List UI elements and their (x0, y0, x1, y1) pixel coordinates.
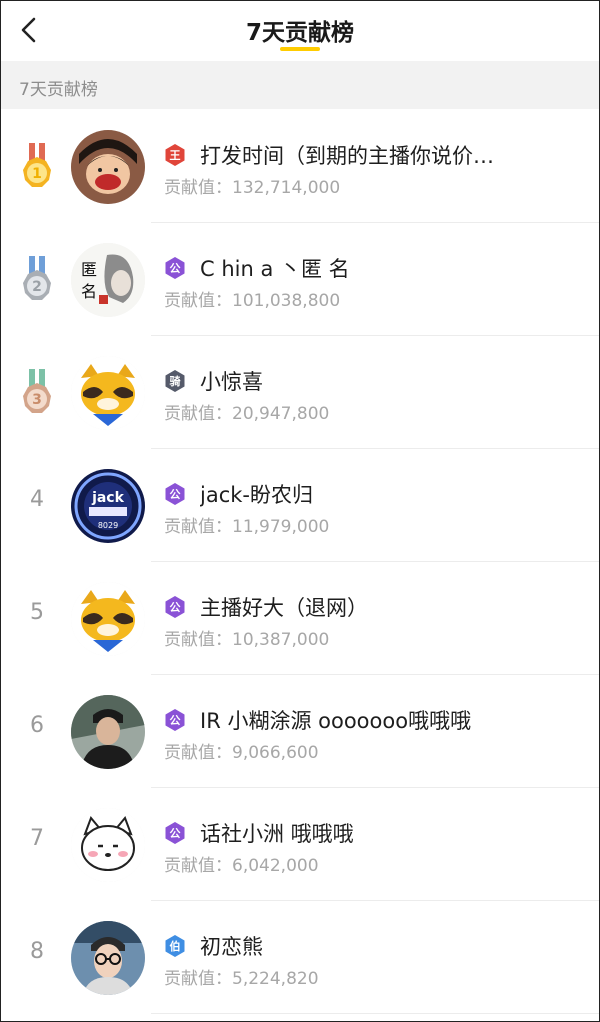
svg-text:名: 名 (81, 282, 97, 301)
divider (151, 1013, 599, 1014)
contribution-value: 贡献值：132,714,000 (164, 173, 340, 198)
contribution-value: 贡献值：9,066,600 (164, 738, 319, 763)
contribution-value: 贡献值：11,979,000 (164, 512, 329, 537)
score-label: 贡献值： (164, 404, 232, 424)
svg-text:王: 王 (170, 149, 181, 162)
svg-text:2: 2 (32, 279, 42, 295)
contribution-value: 贡献值：5,224,820 (164, 964, 319, 989)
svg-text:公: 公 (170, 488, 181, 501)
avatar[interactable] (71, 921, 145, 995)
avatar[interactable] (71, 582, 145, 656)
section-header: 7天贡献榜 (1, 61, 599, 109)
score-value: 132,714,000 (232, 178, 341, 198)
avatar[interactable]: 匿名 (71, 243, 145, 317)
user-name: 主播好大（退网） (200, 596, 368, 620)
svg-text:8029: 8029 (98, 521, 118, 530)
score-value: 6,042,000 (232, 856, 319, 876)
user-name: 小惊喜 (200, 370, 263, 394)
contribution-value: 贡献值：101,038,800 (164, 286, 340, 311)
svg-text:匿: 匿 (81, 260, 97, 279)
score-label: 贡献值： (164, 178, 232, 198)
score-label: 贡献值： (164, 630, 232, 650)
contribution-value: 贡献值：10,387,000 (164, 625, 329, 650)
svg-text:公: 公 (170, 601, 181, 614)
score-value: 10,387,000 (232, 630, 330, 650)
rank-number: 6 (30, 713, 44, 738)
avatar[interactable] (71, 808, 145, 882)
user-name: C hin a 丶匿 名 (200, 257, 350, 281)
user-name: IR 小糊涂源 ooooooo哦哦哦 (200, 709, 472, 733)
top-bar: 7天贡献榜 (1, 1, 599, 61)
title-underline (280, 47, 320, 51)
avatar[interactable]: jack 8029 (71, 469, 145, 543)
avatar[interactable] (71, 356, 145, 430)
avatar[interactable] (71, 130, 145, 204)
score-label: 贡献值： (164, 969, 232, 989)
ranking-list: 1 王 打发时间（到期的主播你说价… 贡献值：132,714,000 2 匿名 … (1, 110, 599, 1014)
svg-text:骑: 骑 (170, 374, 181, 388)
list-item[interactable]: 4 jack 8029 公 jack-盼农归 贡献值：11,979,000 (1, 449, 599, 562)
user-name: 话社小洲 哦哦哦 (200, 822, 354, 846)
list-item[interactable]: 1 王 打发时间（到期的主播你说价… 贡献值：132,714,000 (1, 110, 599, 223)
list-item[interactable]: 8 伯 初恋熊 贡献值：5,224,820 (1, 901, 599, 1014)
score-value: 101,038,800 (232, 291, 341, 311)
score-value: 20,947,800 (232, 404, 330, 424)
user-name: jack-盼农归 (200, 483, 313, 507)
score-value: 11,979,000 (232, 517, 330, 537)
level-badge-icon: 公 (164, 256, 186, 280)
list-item[interactable]: 3 骑 小惊喜 贡献值：20,947,800 (1, 336, 599, 449)
rank-number: 7 (30, 826, 44, 851)
list-item[interactable]: 7 公 话社小洲 哦哦哦 贡献值：6,042,000 (1, 788, 599, 901)
gold-medal-icon: 1 (17, 143, 57, 193)
svg-text:公: 公 (170, 827, 181, 840)
score-label: 贡献值： (164, 517, 232, 537)
screen: 7天贡献榜 7天贡献榜 1 王 打发时间（到期的主播你说价… 贡献值：132,7… (0, 0, 600, 1022)
contribution-value: 贡献值：6,042,000 (164, 851, 319, 876)
score-value: 9,066,600 (232, 743, 319, 763)
level-badge-icon: 公 (164, 708, 186, 732)
svg-text:3: 3 (32, 392, 42, 408)
user-name: 打发时间（到期的主播你说价… (200, 144, 494, 168)
avatar[interactable] (71, 695, 145, 769)
svg-text:伯: 伯 (170, 939, 181, 953)
score-label: 贡献值： (164, 743, 232, 763)
level-badge-icon: 伯 (164, 934, 186, 958)
svg-text:公: 公 (170, 714, 181, 727)
score-label: 贡献值： (164, 856, 232, 876)
level-badge-icon: 公 (164, 595, 186, 619)
section-title: 7天贡献榜 (19, 80, 98, 100)
user-name: 初恋熊 (200, 935, 263, 959)
rank-number: 5 (30, 600, 44, 625)
rank-number: 8 (30, 939, 44, 964)
svg-text:1: 1 (32, 166, 42, 182)
svg-text:公: 公 (170, 262, 181, 275)
score-value: 5,224,820 (232, 969, 319, 989)
bronze-medal-icon: 3 (17, 369, 57, 419)
level-badge-icon: 王 (164, 143, 186, 167)
level-badge-icon: 公 (164, 482, 186, 506)
level-badge-icon: 骑 (164, 369, 186, 393)
svg-text:jack: jack (91, 490, 125, 506)
contribution-value: 贡献值：20,947,800 (164, 399, 329, 424)
list-item[interactable]: 2 匿名 公 C hin a 丶匿 名 贡献值：101,038,800 (1, 223, 599, 336)
page-title: 7天贡献榜 (245, 20, 354, 46)
level-badge-icon: 公 (164, 821, 186, 845)
list-item[interactable]: 6 公 IR 小糊涂源 ooooooo哦哦哦 贡献值：9,066,600 (1, 675, 599, 788)
list-item[interactable]: 5 公 主播好大（退网） 贡献值：10,387,000 (1, 562, 599, 675)
silver-medal-icon: 2 (17, 256, 57, 306)
score-label: 贡献值： (164, 291, 232, 311)
rank-number: 4 (30, 487, 44, 512)
